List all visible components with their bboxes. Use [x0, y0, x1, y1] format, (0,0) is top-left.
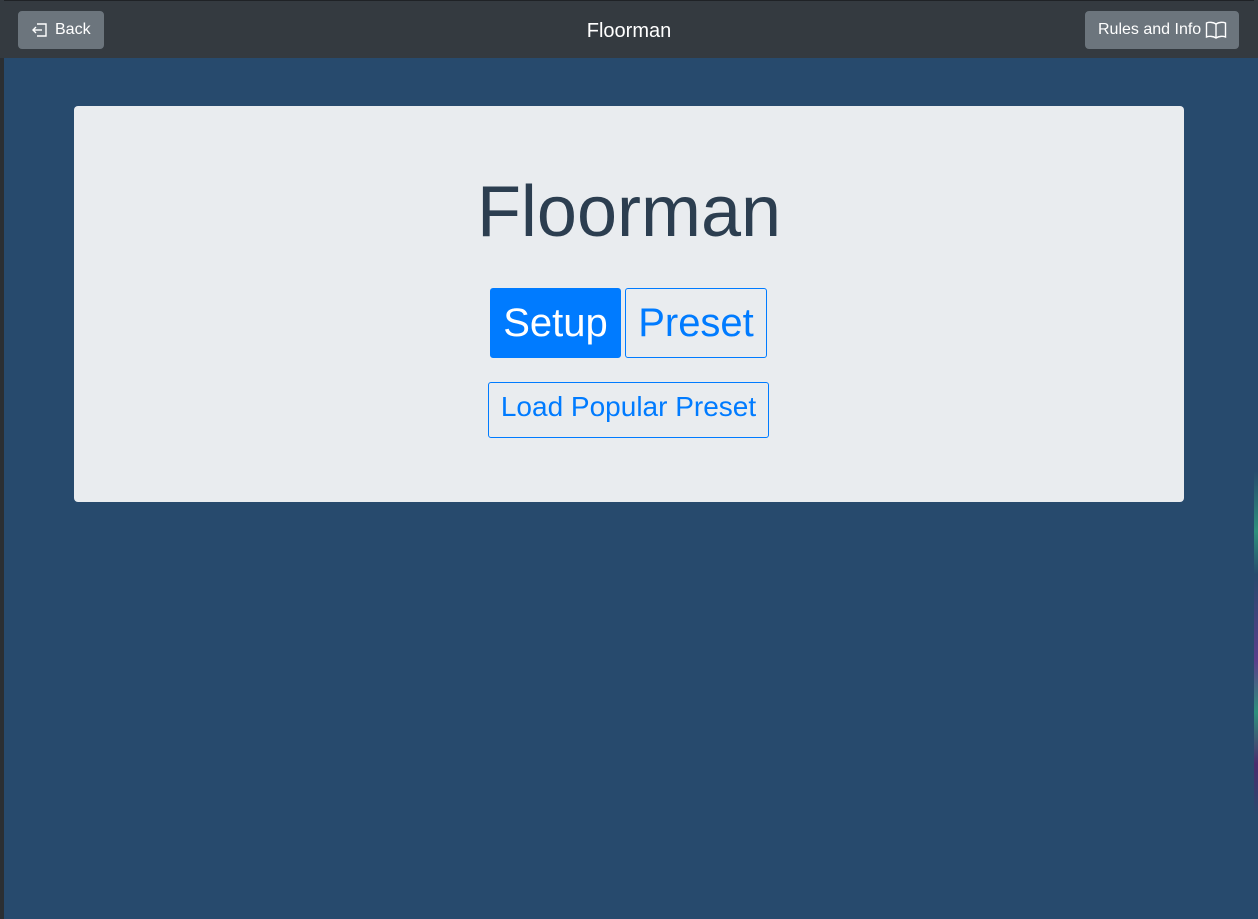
rules-button-label: Rules and Info [1098, 21, 1202, 38]
preset-button[interactable]: Preset [625, 288, 767, 358]
mode-button-group: Setup Preset [490, 288, 767, 358]
load-popular-preset-button[interactable]: Load Popular Preset [488, 382, 769, 438]
right-window-edge [1254, 58, 1258, 919]
book-icon [1205, 20, 1227, 40]
navbar-title: Floorman [586, 20, 672, 42]
jumbotron-card: Floorman Setup Preset Load Popular Prese… [74, 106, 1184, 502]
top-navbar: Back Floorman Rules and Info [4, 0, 1254, 58]
main-content: Floorman Setup Preset Load Popular Prese… [4, 58, 1254, 919]
setup-button[interactable]: Setup [490, 288, 621, 358]
page-title: Floorman [476, 172, 782, 252]
rules-and-info-button[interactable]: Rules and Info [1085, 11, 1239, 49]
